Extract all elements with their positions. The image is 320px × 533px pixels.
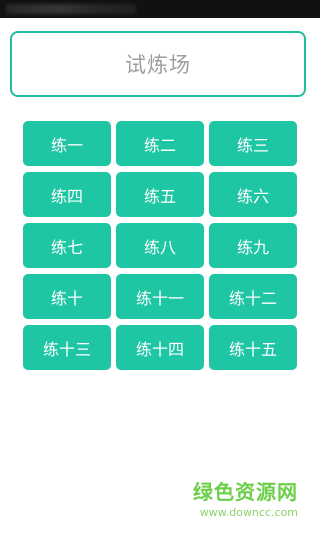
level-button-11[interactable]: 练十一: [116, 274, 204, 319]
level-button-10[interactable]: 练十: [23, 274, 111, 319]
level-button-9[interactable]: 练九: [209, 223, 297, 268]
watermark: 绿色资源网 www.downcc.com: [178, 480, 298, 520]
level-button-1[interactable]: 练一: [23, 121, 111, 166]
level-button-2[interactable]: 练二: [116, 121, 204, 166]
level-button-6[interactable]: 练六: [209, 172, 297, 217]
level-button-12[interactable]: 练十二: [209, 274, 297, 319]
watermark-url: www.downcc.com: [199, 506, 298, 519]
level-button-grid: 练一 练二 练三 练四 练五 练六 练七 练八 练九 练十 练十一 练十二 练十…: [23, 121, 297, 370]
level-button-8[interactable]: 练八: [116, 223, 204, 268]
watermark-title: 绿色资源网: [193, 480, 298, 504]
level-button-13[interactable]: 练十三: [23, 325, 111, 370]
status-bar: [0, 0, 320, 18]
level-button-3[interactable]: 练三: [209, 121, 297, 166]
status-bar-blurred-content: [6, 4, 136, 14]
level-button-4[interactable]: 练四: [23, 172, 111, 217]
level-button-7[interactable]: 练七: [23, 223, 111, 268]
page-title-box: 试炼场: [10, 31, 306, 97]
level-button-5[interactable]: 练五: [116, 172, 204, 217]
level-button-15[interactable]: 练十五: [209, 325, 297, 370]
page-title: 试炼场: [125, 53, 191, 77]
level-button-14[interactable]: 练十四: [116, 325, 204, 370]
